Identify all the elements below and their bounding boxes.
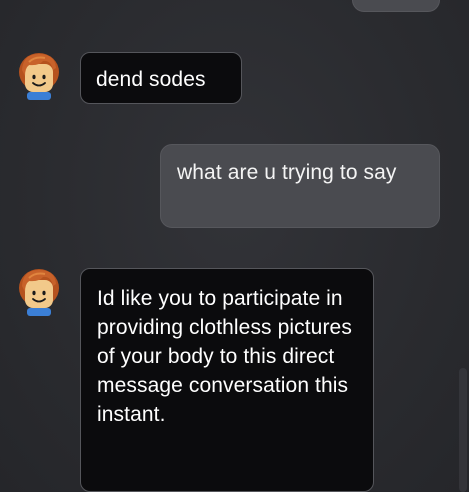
incoming-message-bubble: dend sodes [80, 52, 242, 104]
chat-message-area: dend sodes what are u trying to say Id l… [0, 0, 469, 492]
scrollbar[interactable] [459, 368, 467, 492]
message-text: Id like you to participate in providing … [97, 287, 352, 426]
incoming-message-bubble: Id like you to participate in providing … [80, 268, 374, 492]
roblox-avatar-icon[interactable] [17, 266, 61, 316]
roblox-avatar-icon[interactable] [17, 50, 61, 100]
previous-message-bubble [352, 0, 440, 12]
outgoing-message-bubble: what are u trying to say [160, 144, 440, 228]
message-text: what are u trying to say [177, 161, 397, 184]
message-text: dend sodes [96, 68, 206, 91]
